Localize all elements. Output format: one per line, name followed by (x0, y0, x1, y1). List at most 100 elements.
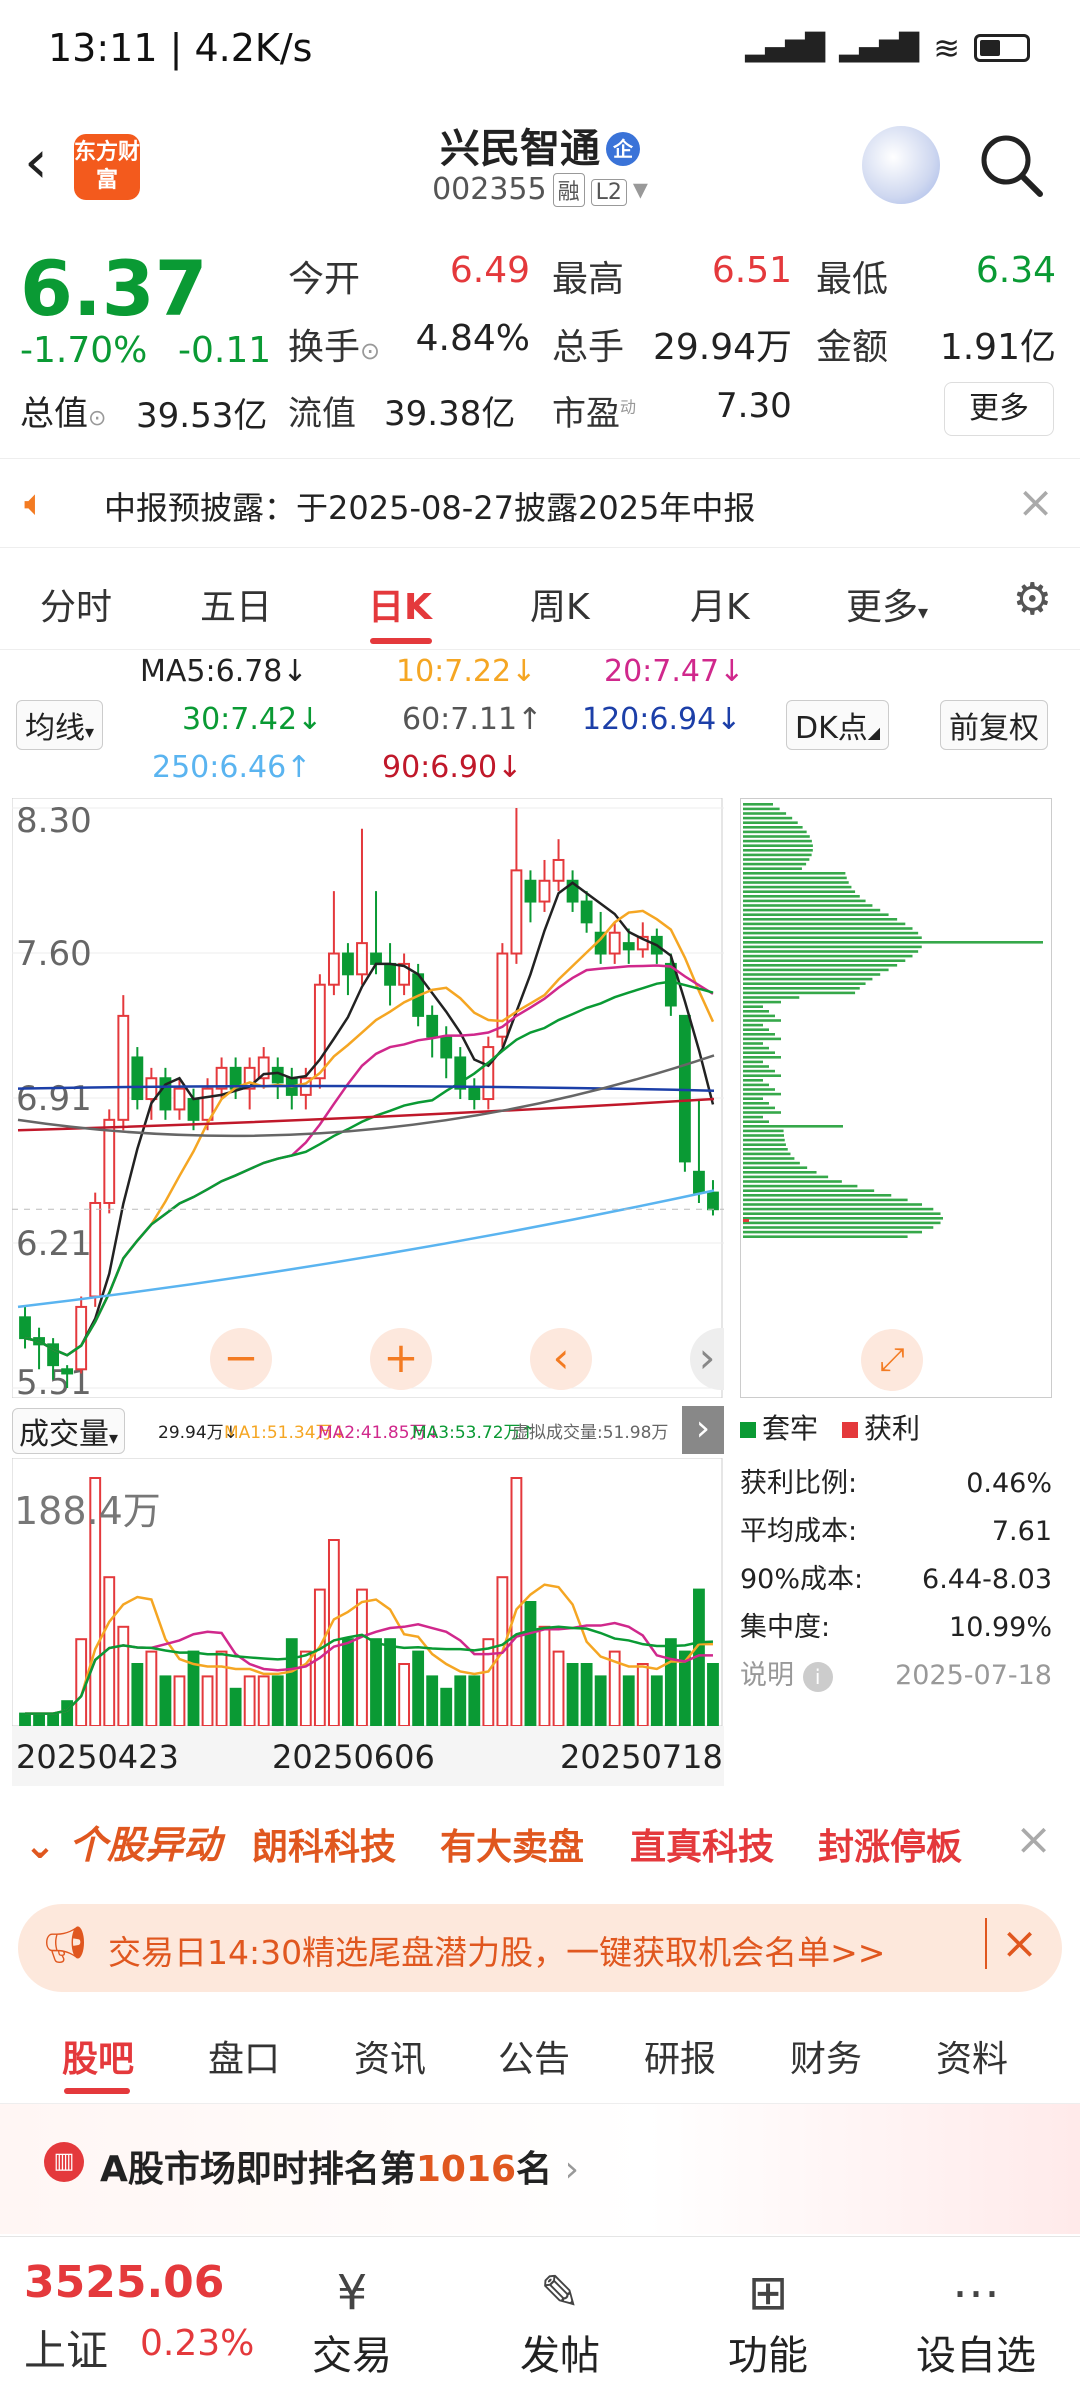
market-cap-label[interactable]: 总值⊙ (20, 386, 106, 435)
prev-button[interactable]: ‹ (530, 1328, 592, 1390)
post-button[interactable]: ✎ 发帖 (480, 2265, 640, 2381)
float-cap-label: 流值 (288, 394, 356, 434)
kline-svg[interactable]: 8.307.606.916.215.51 (11, 797, 724, 1403)
search-icon[interactable] (976, 130, 1046, 200)
gear-icon[interactable]: ⚙ (1013, 574, 1052, 625)
kline-chart[interactable]: 8.30 7.60 6.91 6.21 5.51 − + ‹ › (11, 797, 724, 1403)
chip-bar (743, 964, 898, 967)
legend-hold: 套牢 (740, 1407, 818, 1447)
dk-point-button[interactable]: DK点◢ (786, 700, 890, 750)
stock-code: 002355 (432, 172, 547, 207)
chip-bar (743, 1074, 781, 1077)
mover-item[interactable]: 直真科技 (630, 1818, 774, 1870)
chip-bar (743, 1125, 843, 1128)
trade-button[interactable]: ¥ 交易 (272, 2265, 432, 2381)
stock-movers-bar: ⌄ 个股异动 朗科科技 有大卖盘 直真科技 封涨停板 × (0, 1800, 1080, 1886)
chip-bar (743, 858, 810, 861)
tab-news[interactable]: 资讯 (354, 2030, 426, 2082)
chip-bar (743, 1097, 763, 1100)
ma90-value: 90:6.90↓ (382, 750, 523, 785)
function-button[interactable]: ⊞ 功能 (688, 2265, 848, 2381)
note-row[interactable]: 说明 i 2025-07-18 (740, 1652, 1052, 1700)
zoom-out-button[interactable]: − (210, 1328, 272, 1390)
chip-bar (743, 941, 1043, 944)
volume-chart[interactable]: 188.4万 (11, 1457, 724, 1728)
info-icon: i (802, 1662, 833, 1692)
tab-monthly-k[interactable]: 月K (690, 578, 750, 630)
chip-bar (743, 1152, 791, 1156)
expand-icon[interactable]: ⤢ (861, 1329, 923, 1391)
chip-bar (743, 899, 866, 903)
volume-label: 总手 (552, 327, 625, 368)
candle-body (117, 1014, 130, 1121)
chip-bar (743, 839, 812, 843)
chip-bar (743, 844, 813, 847)
promo-banner[interactable]: 📢︎ 交易日14:30精选尾盘潜力股，一键获取机会名单>> × (18, 1904, 1062, 1992)
chip-bar (743, 867, 802, 870)
banner-text: 交易日14:30精选尾盘潜力股，一键获取机会名单>> (108, 1933, 886, 1972)
volume-indicator-select[interactable]: 成交量▾ (12, 1408, 126, 1454)
tab-finance[interactable]: 财务 (790, 2030, 862, 2082)
rank-card[interactable]: ▥ A股市场即时排名第1016名 › (0, 2104, 1080, 2234)
tab-profile[interactable]: 资料 (936, 2030, 1008, 2082)
volume-bar (356, 1588, 368, 1727)
mover-item[interactable]: 有大卖盘 (440, 1818, 584, 1870)
tab-more[interactable]: 更多▾ (846, 578, 928, 630)
volume-bar (285, 1638, 298, 1727)
candle-body (384, 962, 396, 986)
volume-value: 29.94万 (652, 327, 792, 368)
chip-distribution[interactable]: ⤢ (740, 798, 1052, 1398)
candle-body (145, 1077, 158, 1101)
index-value[interactable]: 3525.06 (24, 2257, 224, 2308)
tab-five-day[interactable]: 五日 (200, 578, 272, 630)
ma-select[interactable]: 均线▾ (16, 700, 104, 750)
adjust-button[interactable]: 前复权 (940, 700, 1048, 750)
chip-bar (743, 1230, 923, 1234)
chip-bar (743, 936, 922, 939)
chip-bar (743, 954, 913, 958)
turnover-label[interactable]: 换手⊙ (288, 318, 380, 370)
zoom-in-button[interactable]: + (370, 1328, 432, 1390)
volume-bar (342, 1638, 354, 1727)
tab-daily-k[interactable]: 日K (368, 578, 432, 630)
tab-research[interactable]: 研报 (644, 2030, 716, 2082)
index-name[interactable]: 上证 (24, 2317, 108, 2378)
stock-header: ‹ 东方财富 兴民智通企 002355 融 L2 ▾ (0, 100, 1080, 228)
volume-bar (482, 1638, 495, 1727)
more-button[interactable]: 更多 (944, 382, 1054, 436)
legend-profit: 获利 (842, 1407, 920, 1447)
chip-bar (743, 830, 807, 834)
amount-label: 金额 (816, 327, 889, 368)
concentration-row: 集中度: 10.99% (740, 1612, 1052, 1643)
close-icon[interactable]: × (1015, 1814, 1052, 1865)
y-tick-label: 7.60 (16, 934, 92, 974)
chip-bar (743, 826, 803, 829)
tab-weekly-k[interactable]: 周K (530, 578, 590, 630)
tab-announcements[interactable]: 公告 (498, 2030, 570, 2082)
chip-bar (743, 862, 807, 866)
chip-bar (743, 1138, 785, 1142)
tab-intraday[interactable]: 分时 (40, 578, 112, 630)
assistant-avatar[interactable] (862, 126, 940, 204)
chip-bar (743, 881, 849, 884)
close-icon[interactable]: × (1017, 477, 1054, 528)
close-icon[interactable]: × (985, 1918, 1038, 1969)
add-watchlist-button[interactable]: ⋯ 设自选 (896, 2265, 1056, 2381)
mover-item[interactable]: 朗科科技 (252, 1818, 396, 1870)
mover-item[interactable]: 封涨停板 (818, 1818, 962, 1870)
chip-bar (743, 1033, 775, 1036)
chip-bar (743, 1161, 800, 1165)
date-end: 20250718 (560, 1738, 723, 1776)
chip-bar (743, 1079, 763, 1082)
volume-bar (271, 1675, 284, 1727)
notice-bar[interactable]: 🔈︎ 中报预披露：于2025-08-27披露2025年中报 × (0, 458, 1080, 548)
chip-bar (743, 973, 881, 976)
tab-forum[interactable]: 股吧 (62, 2030, 134, 2082)
speaker-icon: 🔈︎ (24, 483, 46, 524)
tab-market[interactable]: 盘口 (208, 2030, 280, 2082)
chip-bar (743, 1189, 875, 1192)
volume-expand-button[interactable]: › (682, 1406, 724, 1454)
volume-bar (622, 1675, 635, 1727)
chip-bar (743, 927, 913, 930)
chip-bar (743, 849, 813, 852)
